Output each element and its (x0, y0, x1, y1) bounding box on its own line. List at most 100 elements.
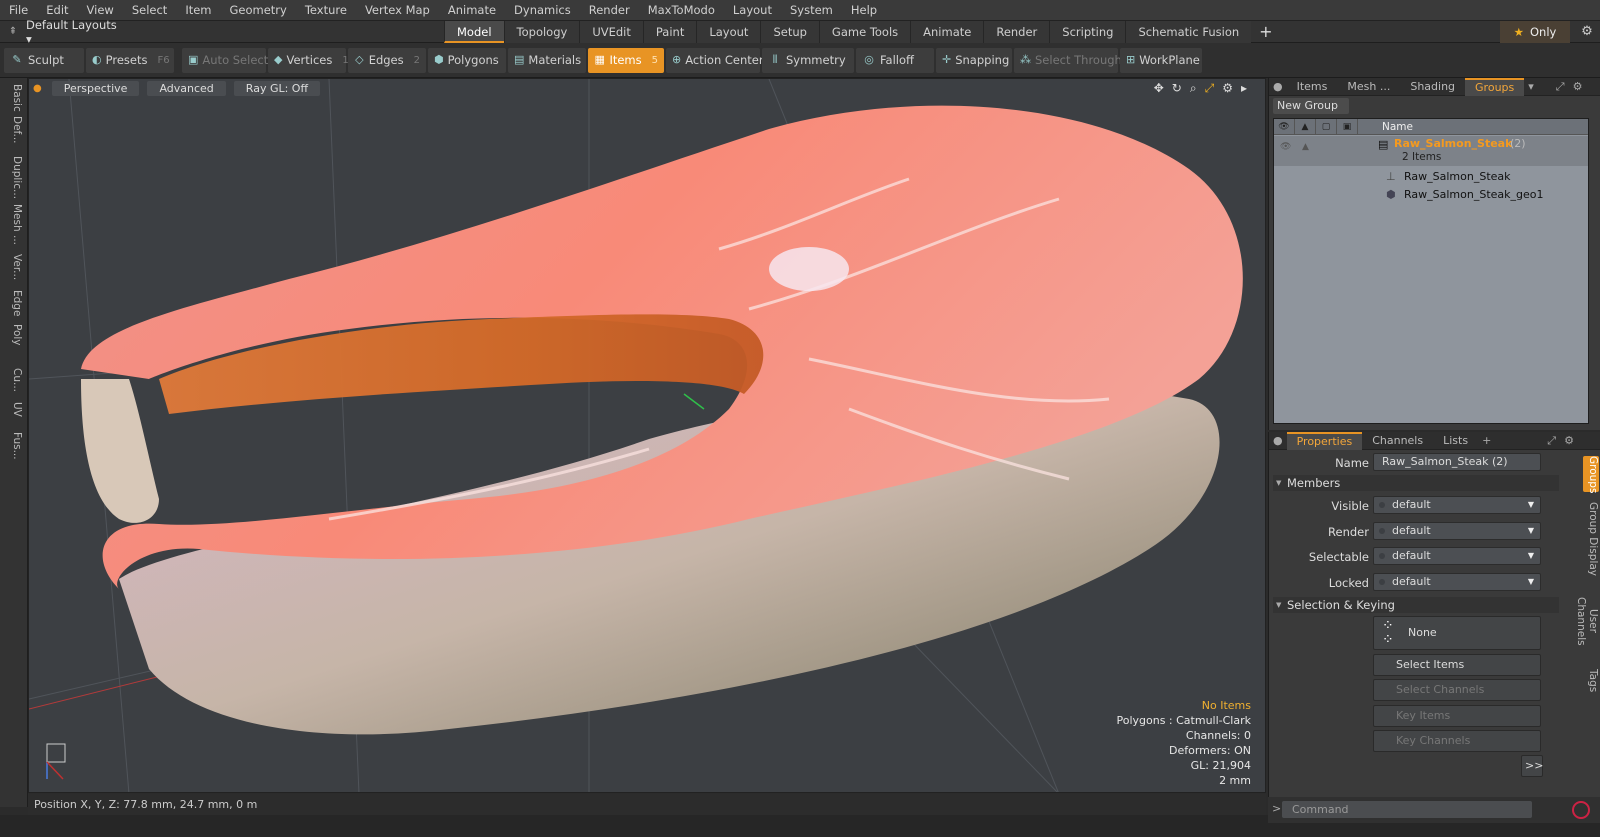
workplane-button[interactable]: ⊞ WorkPlane (1120, 47, 1202, 73)
pan-icon[interactable]: ✥ (1154, 81, 1164, 96)
tab-polygon[interactable]: Poly (3, 324, 23, 346)
tab-curve[interactable]: Cu... (3, 368, 23, 392)
tab-shading[interactable]: Shading (1400, 78, 1465, 96)
group-child-row[interactable]: ⬢ Raw_Salmon_Steak_geo1 (1274, 186, 1588, 204)
tab-edge[interactable]: Edge (3, 290, 23, 316)
side-tab-groups[interactable]: Groups (1583, 456, 1599, 493)
key-channels-button[interactable]: Key Channels (1373, 730, 1541, 752)
tab-basic[interactable]: Basic (3, 84, 23, 112)
zoom-icon[interactable]: ⌕ (1190, 81, 1197, 96)
none-button[interactable]: ⁘ ⁘ None (1373, 616, 1541, 650)
materials-button[interactable]: ▤ Materials (508, 47, 586, 73)
menu-animate[interactable]: Animate (439, 0, 505, 21)
record-icon[interactable] (1572, 801, 1590, 819)
new-group-button[interactable]: New Group (1273, 98, 1349, 114)
polygons-button[interactable]: ⬢Polygons3 (428, 47, 515, 73)
menu-system[interactable]: System (781, 0, 842, 21)
render-dropdown[interactable]: default ▼ (1373, 522, 1541, 540)
more-button[interactable]: >> (1521, 755, 1543, 777)
locked-dropdown[interactable]: default ▼ (1373, 573, 1541, 591)
tab-uvedit[interactable]: UVEdit (579, 21, 643, 43)
tab-mesh[interactable]: Mesh ... (3, 204, 23, 245)
side-tab-group-display[interactable]: Group Display (1583, 502, 1599, 576)
presets-button[interactable]: ◐ Presets F6 (86, 47, 174, 73)
tab-model[interactable]: Model (444, 21, 504, 43)
panel-expand-icon[interactable]: ⤢ (1552, 80, 1569, 94)
tab-mesh[interactable]: Mesh ... (1337, 78, 1400, 96)
raygl-toggle[interactable]: Ray GL: Off (233, 80, 321, 96)
menu-render[interactable]: Render (580, 0, 639, 21)
select-items-button[interactable]: Select Items (1373, 654, 1541, 676)
action-center-button[interactable]: ⊕ Action Center (666, 47, 764, 73)
group-child-row[interactable]: ⊥ Raw_Salmon_Steak (1274, 168, 1588, 186)
tab-properties[interactable]: Properties (1286, 431, 1363, 450)
menu-item[interactable]: Item (176, 0, 220, 21)
viewport-menu-dot-icon[interactable]: ● (33, 83, 42, 94)
tab-lists[interactable]: Lists (1433, 432, 1478, 450)
side-tab-tags[interactable]: Tags (1583, 666, 1599, 696)
falloff-button[interactable]: ◎ Falloff (856, 47, 934, 73)
viewport-expand-icon[interactable]: ▸ (1241, 81, 1247, 96)
items-button[interactable]: ▦ Items 5 (588, 47, 664, 73)
menu-help[interactable]: Help (842, 0, 886, 21)
select-channels-button[interactable]: Select Channels (1373, 679, 1541, 701)
add-tab-icon[interactable]: + (1478, 434, 1495, 447)
panel-dot-icon[interactable]: ● (1269, 434, 1287, 447)
tab-setup[interactable]: Setup (760, 21, 819, 43)
tab-groups[interactable]: Groups (1465, 77, 1525, 96)
tab-topology[interactable]: Topology (503, 21, 580, 43)
shading-mode-dropdown[interactable]: Advanced (147, 80, 226, 96)
tabs-dropdown-icon[interactable]: ▾ (1524, 80, 1538, 93)
tab-channels[interactable]: Channels (1362, 432, 1433, 450)
menu-maxtomodo[interactable]: MaxToModo (639, 0, 724, 21)
menu-select[interactable]: Select (123, 0, 176, 21)
menu-vertex-map[interactable]: Vertex Map (356, 0, 439, 21)
rotate-icon[interactable]: ↻ (1172, 81, 1182, 96)
tab-duplicate[interactable]: Duplic... (3, 156, 23, 199)
add-tab-button[interactable]: + (1251, 21, 1280, 43)
gear-icon[interactable]: ⚙ (1574, 21, 1600, 43)
panel-settings-icon[interactable]: ⚙ (1569, 80, 1587, 93)
tab-animate[interactable]: Animate (910, 21, 984, 43)
maximize-icon[interactable]: ⤢ (1205, 81, 1215, 96)
members-section[interactable]: Members (1273, 475, 1559, 491)
tab-game-tools[interactable]: Game Tools (818, 21, 911, 43)
selectable-dropdown[interactable]: default ▼ (1373, 547, 1541, 565)
tab-uv[interactable]: UV (3, 402, 23, 417)
layout-collapse-icon[interactable]: ⇞ (0, 26, 26, 37)
tab-schematic-fusion[interactable]: Schematic Fusion (1125, 21, 1252, 43)
selection-keying-section[interactable]: Selection & Keying (1273, 597, 1559, 613)
key-items-button[interactable]: Key Items (1373, 705, 1541, 727)
side-tab-user-channels[interactable]: User Channels (1575, 584, 1599, 658)
tab-deform[interactable]: Def... (3, 116, 23, 144)
snapping-button[interactable]: ✛ Snapping (936, 47, 1012, 73)
command-input[interactable]: Command (1282, 801, 1532, 818)
name-field[interactable]: Raw_Salmon_Steak (2) (1373, 453, 1541, 471)
tab-vertex[interactable]: Ver... (3, 254, 23, 280)
tab-render[interactable]: Render (983, 21, 1050, 43)
symmetry-button[interactable]: ⫴ Symmetry (762, 47, 854, 73)
group-row[interactable]: 👁 ▲ ▤ Raw_Salmon_Steak (2) 2 Items (1274, 136, 1588, 166)
layout-dropdown[interactable]: Default Layouts ▾ (26, 18, 126, 46)
tab-items[interactable]: Items (1287, 78, 1338, 96)
tab-layout[interactable]: Layout (696, 21, 761, 43)
3d-viewport[interactable]: ● Perspective Advanced Ray GL: Off ✥ ↻ ⌕… (28, 78, 1266, 793)
menu-layout[interactable]: Layout (724, 0, 781, 21)
panel-dot-icon[interactable]: ● (1269, 80, 1287, 93)
visible-dropdown[interactable]: default ▼ (1373, 496, 1541, 514)
vertices-button[interactable]: ◆ Vertices 1 (268, 47, 349, 73)
select-through-button[interactable]: ⁂ Select Through (1014, 47, 1122, 73)
menu-texture[interactable]: Texture (296, 0, 356, 21)
auto-select-button[interactable]: ▣ Auto Select (182, 47, 268, 73)
tab-scripting[interactable]: Scripting (1049, 21, 1126, 43)
tab-fusion[interactable]: Fus... (3, 432, 23, 460)
view-mode-dropdown[interactable]: Perspective (51, 80, 140, 96)
tab-paint[interactable]: Paint (642, 21, 697, 43)
menu-dynamics[interactable]: Dynamics (505, 0, 580, 21)
menu-geometry[interactable]: Geometry (221, 0, 296, 21)
sculpt-button[interactable]: ✎ Sculpt (4, 47, 84, 73)
visibility-toggle-icon[interactable]: 👁 (1280, 142, 1291, 152)
render-toggle-icon[interactable]: ▲ (1302, 142, 1309, 152)
edges-button[interactable]: ◇ Edges 2 (348, 47, 426, 73)
viewport-settings-icon[interactable]: ⚙ (1222, 81, 1233, 96)
